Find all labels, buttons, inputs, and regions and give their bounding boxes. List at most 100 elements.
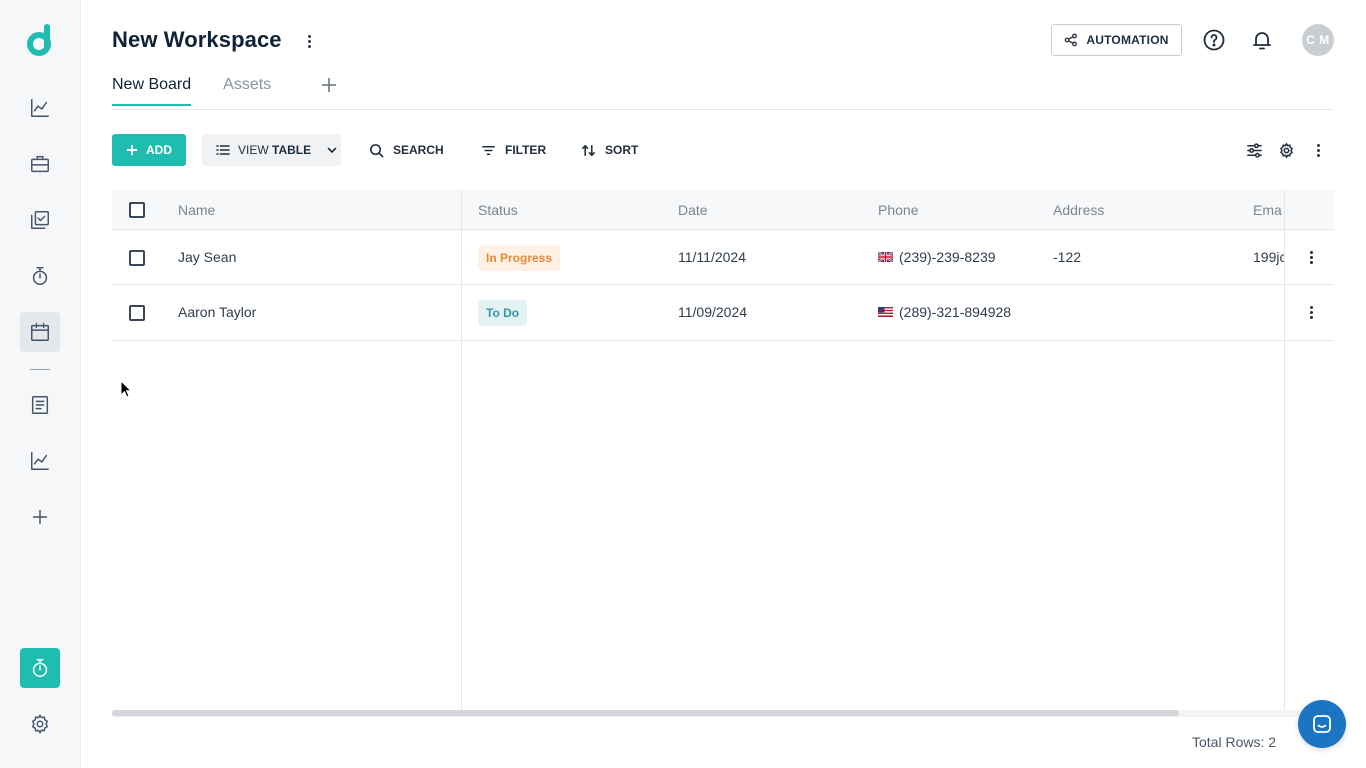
sort-button[interactable]: SORT [581, 134, 638, 166]
sidebar-divider [30, 369, 50, 370]
cell-phone[interactable]: (289)-321-894928 [878, 304, 1011, 320]
sort-icon [582, 144, 595, 156]
flag-icon [878, 307, 893, 318]
sidebar-item-timer[interactable] [20, 256, 60, 296]
status-badge[interactable]: To Do [478, 300, 528, 326]
row-checkbox[interactable] [129, 250, 145, 266]
automation-label: AUTOMATION [1086, 33, 1169, 47]
filter-button[interactable]: FILTER [481, 134, 546, 166]
tab-new-board[interactable]: New Board [112, 74, 192, 106]
column-header-phone[interactable]: Phone [878, 202, 918, 218]
sidebar-item-add[interactable] [20, 497, 60, 537]
row-checkbox[interactable] [129, 305, 145, 321]
line-chart-icon [31, 452, 49, 470]
mouse-cursor-icon [120, 380, 132, 398]
app-window: New Workspace AUTOMATION C M New Board A… [0, 0, 1366, 768]
settings-icon [32, 714, 48, 734]
sliders-icon [1246, 142, 1262, 158]
tabs-divider [112, 109, 1334, 110]
help-icon [1203, 29, 1225, 51]
sidebar [0, 0, 81, 768]
calendar-icon [31, 323, 49, 341]
table-row[interactable]: Jay Sean In Progress 11/11/2024 (239)-23… [112, 230, 1334, 285]
list-icon [216, 145, 230, 155]
cell-date[interactable]: 11/09/2024 [678, 304, 747, 320]
table-row[interactable]: Aaron Taylor To Do 11/09/2024 (289)-321-… [112, 286, 1334, 341]
more-dot [1316, 148, 1320, 152]
sidebar-item-reports[interactable] [20, 441, 60, 481]
footer-divider [112, 716, 1334, 717]
automation-button[interactable]: AUTOMATION [1051, 24, 1182, 56]
column-header-date[interactable]: Date [678, 202, 708, 218]
plus-icon [127, 145, 137, 155]
cell-phone[interactable]: (239)-239-8239 [878, 249, 996, 265]
sidebar-item-tasks[interactable] [20, 200, 60, 240]
view-prefix: VIEW [238, 143, 269, 157]
sidebar-item-documents[interactable] [20, 385, 60, 425]
sidebar-item-dashboard[interactable] [20, 88, 60, 128]
stopwatch-icon [32, 659, 48, 677]
bell-icon [1253, 32, 1271, 50]
sidebar-settings-button[interactable] [20, 704, 60, 744]
cell-name[interactable]: Aaron Taylor [178, 304, 256, 320]
board-tabs: New Board Assets [112, 74, 303, 110]
more-dot [1309, 315, 1313, 319]
help-button[interactable] [1202, 28, 1226, 52]
sidebar-timer-button[interactable] [20, 648, 60, 688]
board-settings-button[interactable] [1277, 141, 1295, 159]
filter-icon [482, 145, 495, 155]
column-header-name[interactable]: Name [178, 202, 215, 218]
workspace-menu-button[interactable] [302, 31, 316, 51]
table-header: Name Status Date Phone Address Ema [112, 190, 1334, 230]
add-button[interactable]: ADD [112, 134, 186, 166]
briefcase-icon [31, 155, 49, 173]
column-header-address[interactable]: Address [1053, 202, 1104, 218]
sidebar-item-workspaces[interactable] [20, 144, 60, 184]
add-label: ADD [146, 143, 172, 157]
frozen-column-divider [461, 190, 462, 710]
view-value: TABLE [272, 143, 312, 157]
line-chart-icon [31, 99, 49, 117]
add-tab-button[interactable] [320, 76, 338, 94]
more-dot [307, 39, 311, 43]
avatar[interactable]: C M [1302, 24, 1334, 56]
sort-label: SORT [605, 143, 639, 157]
column-header-email[interactable]: Ema [1253, 202, 1282, 218]
search-label: SEARCH [393, 143, 444, 157]
row-menu-button[interactable] [1306, 247, 1316, 267]
more-dot [1309, 255, 1313, 259]
cell-address[interactable]: -122 [1053, 249, 1081, 265]
sidebar-item-calendar[interactable] [20, 312, 60, 352]
cell-name[interactable]: Jay Sean [178, 249, 236, 265]
more-dot [1316, 143, 1320, 147]
more-dot [1309, 310, 1313, 314]
chevron-down-icon [327, 147, 337, 154]
more-dot [1309, 260, 1313, 264]
cell-email[interactable]: 199jc [1253, 249, 1284, 265]
tab-assets[interactable]: Assets [223, 74, 271, 104]
filter-label: FILTER [505, 143, 547, 157]
view-selector[interactable]: VIEW TABLE [202, 134, 341, 166]
status-badge[interactable]: In Progress [478, 245, 561, 271]
share-icon [1065, 33, 1078, 47]
search-button[interactable]: SEARCH [369, 134, 444, 166]
row-menu-button[interactable] [1306, 302, 1316, 322]
more-vertical-icon [1309, 305, 1313, 309]
cell-date[interactable]: 11/11/2024 [678, 249, 746, 265]
gear-icon [1279, 141, 1293, 159]
app-logo[interactable] [25, 24, 55, 56]
chat-support-button[interactable] [1298, 700, 1346, 748]
phone-number: (289)-321-894928 [899, 304, 1012, 320]
phone-number: (239)-239-8239 [899, 249, 996, 265]
column-header-status[interactable]: Status [478, 202, 518, 218]
select-all-checkbox[interactable] [129, 202, 145, 218]
more-vertical-icon [307, 34, 311, 38]
column-settings-button[interactable] [1245, 141, 1263, 159]
chat-icon [1313, 715, 1331, 733]
more-dot [1316, 153, 1320, 157]
checklist-icon [31, 211, 49, 229]
notifications-button[interactable] [1250, 28, 1274, 52]
more-vertical-icon [1309, 250, 1313, 254]
more-options-button[interactable] [1309, 141, 1327, 159]
page-title: New Workspace [112, 27, 282, 52]
